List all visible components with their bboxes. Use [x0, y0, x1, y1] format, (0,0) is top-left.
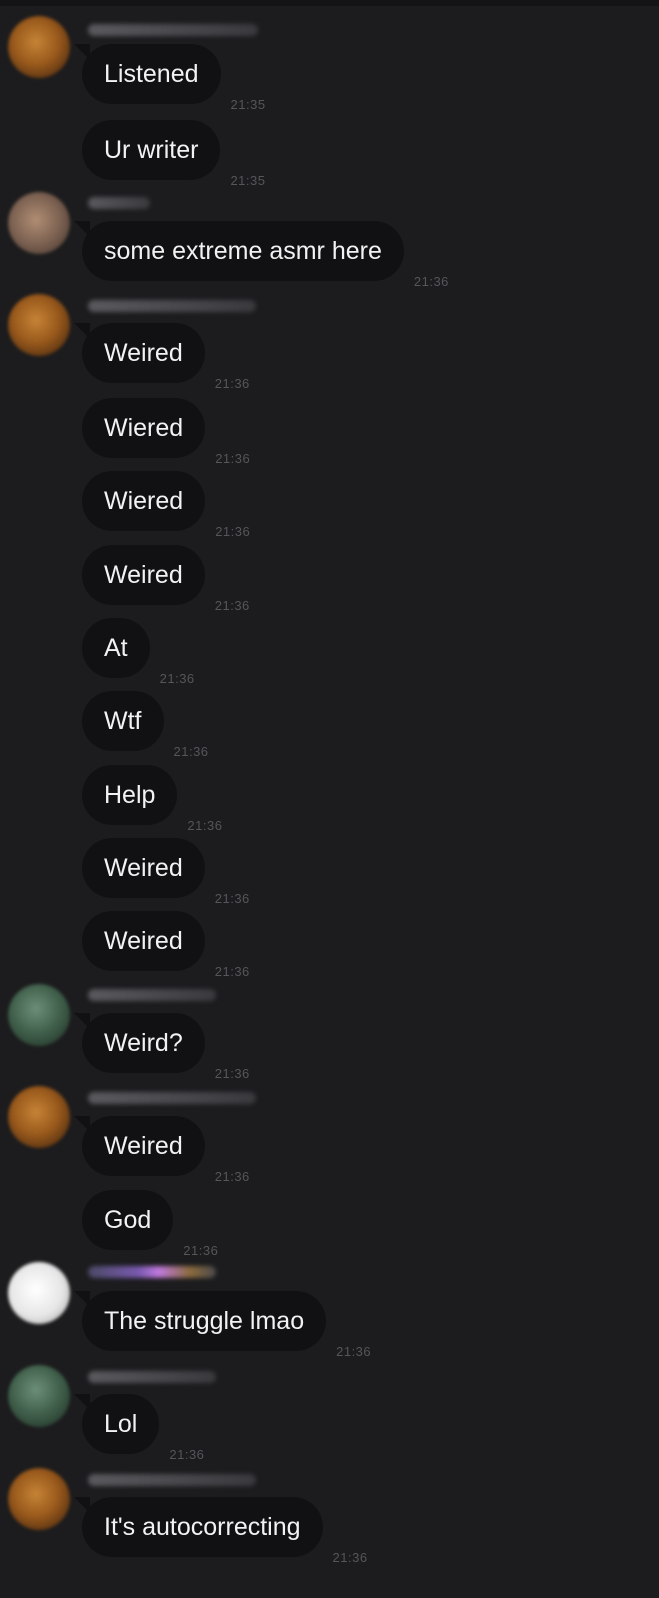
message-time: 21:36	[187, 818, 223, 833]
message[interactable]: Help 21:36	[82, 765, 222, 833]
message-time: 21:35	[230, 173, 266, 188]
message-text: Lol	[82, 1394, 160, 1454]
message[interactable]: Weired 21:36	[82, 323, 250, 391]
avatar[interactable]	[8, 16, 70, 78]
message-time: 21:36	[169, 1447, 205, 1462]
message-time: 21:36	[214, 891, 250, 906]
message-text: It's autocorrecting	[82, 1497, 323, 1557]
message-time: 21:36	[215, 451, 251, 466]
message-text: Weird?	[82, 1013, 205, 1073]
message-text: Listened	[82, 44, 221, 104]
sender-name-blurred	[88, 197, 150, 209]
message[interactable]: Ur writer 21:35	[82, 120, 265, 188]
message[interactable]: Weired 21:36	[82, 911, 250, 979]
message-time: 21:36	[215, 524, 251, 539]
message-time: 21:36	[413, 274, 449, 289]
avatar[interactable]	[8, 1262, 70, 1324]
avatar[interactable]	[8, 1086, 70, 1148]
message-text: some extreme asmr here	[82, 221, 404, 281]
message-text: God	[82, 1190, 174, 1250]
message-text: Ur writer	[82, 120, 221, 180]
message[interactable]: Weired 21:36	[82, 1116, 250, 1184]
sender-name-blurred	[88, 1266, 216, 1278]
message[interactable]: Lol 21:36	[82, 1394, 204, 1462]
message[interactable]: God 21:36	[82, 1190, 218, 1258]
message[interactable]: Weired 21:36	[82, 545, 250, 613]
message-text: Wiered	[82, 398, 206, 458]
message-time: 21:36	[159, 671, 195, 686]
message-time: 21:36	[183, 1243, 219, 1258]
sender-name-blurred	[88, 300, 256, 312]
message-text: Weired	[82, 545, 205, 605]
message-time: 21:36	[214, 1066, 250, 1081]
avatar[interactable]	[8, 294, 70, 356]
message-text: The struggle lmao	[82, 1291, 327, 1351]
message[interactable]: Wiered 21:36	[82, 471, 250, 539]
top-edge	[0, 0, 659, 6]
avatar[interactable]	[8, 1365, 70, 1427]
message-time: 21:36	[214, 964, 250, 979]
sender-name-blurred	[88, 1371, 216, 1383]
message[interactable]: Wtf 21:36	[82, 691, 209, 759]
avatar[interactable]	[8, 1468, 70, 1530]
message[interactable]: The struggle lmao 21:36	[82, 1291, 371, 1359]
message[interactable]: Weired 21:36	[82, 838, 250, 906]
sender-name-blurred	[88, 24, 258, 36]
sender-name-blurred	[88, 1474, 256, 1486]
message[interactable]: Wiered 21:36	[82, 398, 250, 466]
message-text: Wtf	[82, 691, 164, 751]
message-text: At	[82, 618, 150, 678]
sender-name-blurred	[88, 989, 216, 1001]
message-time: 21:36	[336, 1344, 372, 1359]
message-time: 21:36	[214, 598, 250, 613]
message[interactable]: Listened 21:35	[82, 44, 266, 112]
message-text: Help	[82, 765, 178, 825]
message-time: 21:36	[332, 1550, 368, 1565]
message-text: Wiered	[82, 471, 206, 531]
message[interactable]: At 21:36	[82, 618, 195, 686]
message-time: 21:36	[173, 744, 209, 759]
message[interactable]: Weird? 21:36	[82, 1013, 250, 1081]
avatar[interactable]	[8, 192, 70, 254]
message-text: Weired	[82, 323, 205, 383]
message-text: Weired	[82, 911, 205, 971]
message[interactable]: some extreme asmr here 21:36	[82, 221, 449, 289]
message[interactable]: It's autocorrecting 21:36	[82, 1497, 368, 1565]
message-text: Weired	[82, 1116, 205, 1176]
message-time: 21:36	[214, 376, 250, 391]
sender-name-blurred	[88, 1092, 256, 1104]
avatar[interactable]	[8, 984, 70, 1046]
message-time: 21:35	[230, 97, 266, 112]
message-time: 21:36	[214, 1169, 250, 1184]
message-text: Weired	[82, 838, 205, 898]
